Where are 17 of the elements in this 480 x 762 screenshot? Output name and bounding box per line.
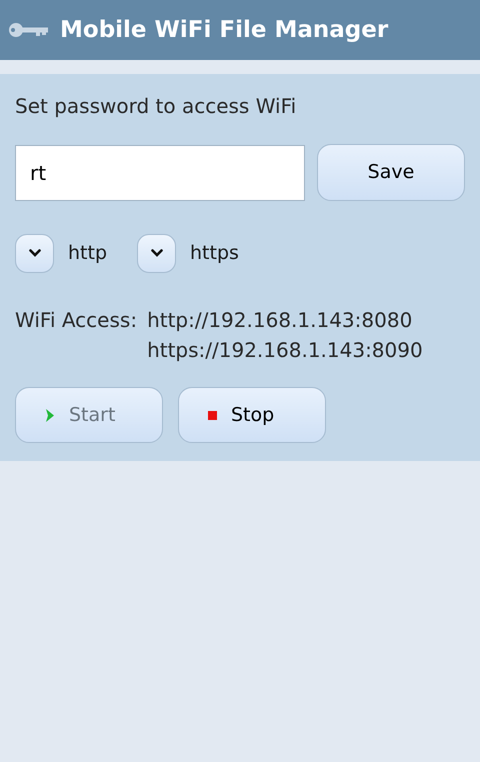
chevron-down-icon: [28, 249, 40, 257]
chevron-down-icon: [150, 249, 163, 257]
access-url: http://192.168.1.143:8080: [147, 307, 414, 334]
protocol-dropdown[interactable]: [137, 234, 176, 272]
password-label: Set password to access WiFi: [15, 93, 298, 120]
save-button[interactable]: Save: [317, 144, 465, 201]
access-label: WiFi Access:: [15, 307, 138, 334]
password-field[interactable]: rt: [15, 144, 305, 200]
protocol-label: https: [190, 240, 239, 266]
protocol-dropdown[interactable]: [15, 234, 54, 272]
stop-button[interactable]: Stop: [178, 387, 326, 443]
stop-icon: [208, 410, 217, 420]
key-icon: [8, 22, 48, 38]
protocol-label: http: [68, 240, 108, 266]
app-title: Mobile WiFi File Manager: [60, 16, 388, 45]
access-url: https://192.168.1.143:8090: [147, 337, 423, 364]
play-icon: [45, 408, 55, 422]
